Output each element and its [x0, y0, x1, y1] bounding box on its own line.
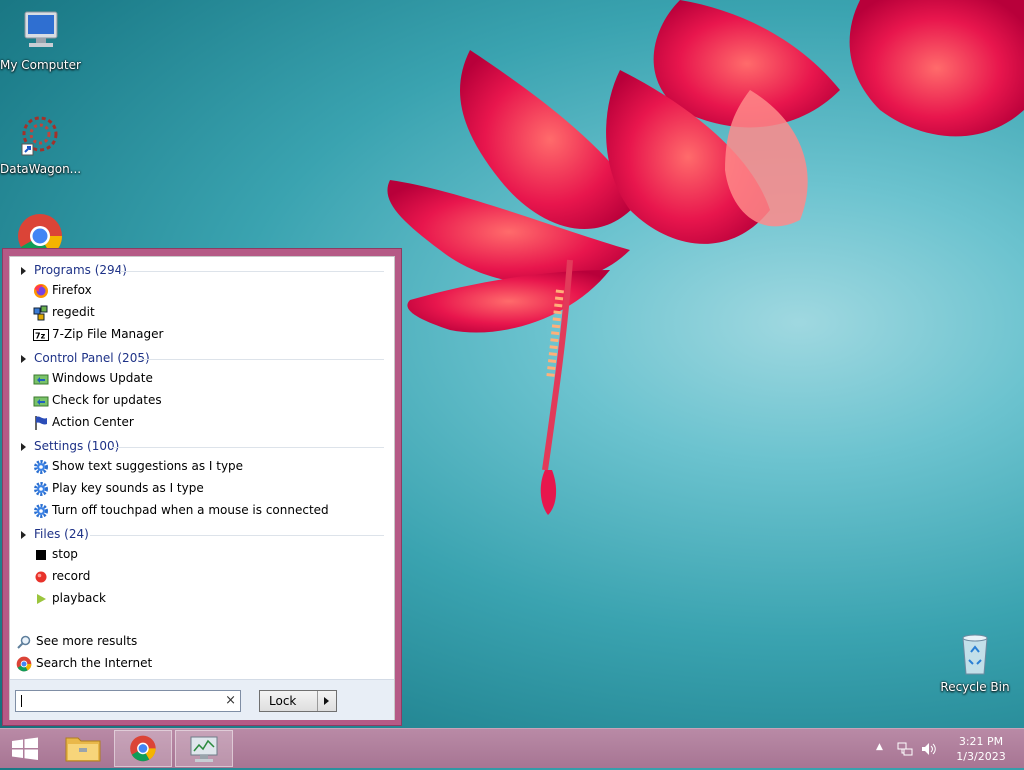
chrome-icon [16, 656, 32, 672]
record-icon [33, 569, 49, 585]
start-button[interactable] [0, 730, 50, 767]
taskbar-task-manager[interactable] [175, 730, 233, 767]
gear-icon [33, 481, 49, 497]
wallpaper-flower [387, 0, 1024, 515]
search-results: Programs (294) Firefox regedit 7z 7-Zip [10, 257, 394, 677]
taskbar-clock[interactable]: 3:21 PM 1/3/2023 [946, 734, 1016, 764]
result-label: stop [52, 547, 78, 561]
chrome-icon [130, 735, 156, 762]
expand-arrow-icon [21, 443, 26, 451]
group-title: Settings (100) [34, 439, 120, 453]
divider [112, 447, 384, 448]
clock-time: 3:21 PM [958, 735, 1004, 748]
group-header-control-panel[interactable]: Control Panel (205) [10, 350, 394, 368]
recycle-bin-icon [951, 630, 999, 678]
divider [317, 691, 318, 711]
result-check-for-updates[interactable]: Check for updates [30, 391, 390, 411]
result-label: Windows Update [52, 371, 153, 385]
action-center-flag-icon [33, 415, 49, 431]
result-regedit[interactable]: regedit [30, 303, 390, 323]
search-internet-link[interactable]: Search the Internet [14, 654, 374, 674]
result-label: Turn off touchpad when a mouse is connec… [52, 503, 329, 517]
volume-icon[interactable] [920, 741, 938, 757]
result-stop[interactable]: stop [30, 545, 390, 565]
group-header-programs[interactable]: Programs (294) [10, 262, 394, 280]
desktop-icon-recycle-bin[interactable]: Recycle Bin [935, 630, 1015, 694]
result-playback[interactable]: playback [30, 589, 390, 609]
group-header-settings[interactable]: Settings (100) [10, 438, 394, 456]
start-menu: Programs (294) Firefox regedit 7z 7-Zip [2, 248, 402, 726]
expand-arrow-icon [21, 267, 26, 275]
lock-button[interactable]: Lock [259, 690, 337, 712]
result-turn-off-touchpad[interactable]: Turn off touchpad when a mouse is connec… [30, 501, 390, 521]
result-label: regedit [52, 305, 95, 319]
gear-icon [33, 503, 49, 519]
desktop-icon-my-computer[interactable]: My Computer [0, 8, 81, 72]
desktop-icon-datawagon[interactable]: DataWagon... [0, 112, 82, 176]
magnifier-icon [16, 634, 32, 650]
result-firefox[interactable]: Firefox [30, 281, 390, 301]
regedit-icon [33, 305, 49, 321]
desktop-icon-label: DataWagon... [0, 162, 82, 176]
search-input[interactable] [18, 692, 218, 710]
windows-update-icon [33, 371, 49, 387]
taskbar: ▲ 3:21 PM 1/3/2023 [0, 728, 1024, 768]
result-label: Show text suggestions as I type [52, 459, 244, 473]
play-icon [33, 591, 49, 607]
firefox-icon [33, 283, 49, 299]
search-box: × [15, 690, 241, 712]
clear-search-button[interactable]: × [225, 693, 236, 708]
power-options-arrow-icon[interactable] [324, 697, 329, 705]
result-label: Check for updates [52, 393, 162, 407]
result-label: 7-Zip File Manager [52, 327, 164, 341]
result-show-text-suggestions[interactable]: Show text suggestions as I type [30, 457, 390, 477]
divider [140, 359, 384, 360]
see-more-results-link[interactable]: See more results [14, 632, 374, 652]
expand-arrow-icon [21, 531, 26, 539]
computer-icon [16, 8, 64, 56]
gear-icon [33, 459, 49, 475]
result-play-key-sounds[interactable]: Play key sounds as I type [30, 479, 390, 499]
group-title: Files (24) [34, 527, 89, 541]
taskbar-chrome[interactable] [114, 730, 172, 767]
result-label: Firefox [52, 283, 92, 297]
group-title: Programs (294) [34, 263, 127, 277]
expand-arrow-icon [21, 355, 26, 363]
result-label: playback [52, 591, 106, 605]
datawagon-shortcut-icon [16, 112, 64, 160]
windows-update-icon [33, 393, 49, 409]
stop-icon [33, 547, 49, 563]
folder-icon [65, 737, 101, 762]
taskbar-file-explorer[interactable] [54, 730, 112, 767]
text-caret [21, 695, 22, 707]
result-record[interactable]: record [30, 567, 390, 587]
7zip-icon: 7z [33, 327, 49, 343]
group-header-files[interactable]: Files (24) [10, 526, 394, 544]
show-hidden-icons-button[interactable]: ▲ [876, 742, 883, 752]
result-label: Action Center [52, 415, 134, 429]
desktop-icon-label: Recycle Bin [940, 680, 1010, 694]
desktop-icon-label: My Computer [0, 58, 81, 72]
search-internet-label: Search the Internet [36, 656, 153, 670]
monitor-icon [190, 736, 218, 762]
group-title: Control Panel (205) [34, 351, 150, 365]
windows-logo-icon [12, 737, 38, 760]
divider [120, 271, 384, 272]
divider [90, 535, 384, 536]
lock-button-label: Lock [269, 694, 297, 708]
result-7zip[interactable]: 7z 7-Zip File Manager [30, 325, 390, 345]
start-menu-footer: × Lock [10, 679, 394, 720]
network-icon[interactable] [897, 741, 913, 757]
svg-text:7z: 7z [35, 332, 46, 341]
start-menu-panel: Programs (294) Firefox regedit 7z 7-Zip [9, 256, 395, 720]
result-label: Play key sounds as I type [52, 481, 204, 495]
result-action-center[interactable]: Action Center [30, 413, 390, 433]
result-label: record [52, 569, 91, 583]
result-windows-update[interactable]: Windows Update [30, 369, 390, 389]
see-more-label: See more results [36, 634, 138, 648]
clock-date: 1/3/2023 [956, 750, 1006, 763]
